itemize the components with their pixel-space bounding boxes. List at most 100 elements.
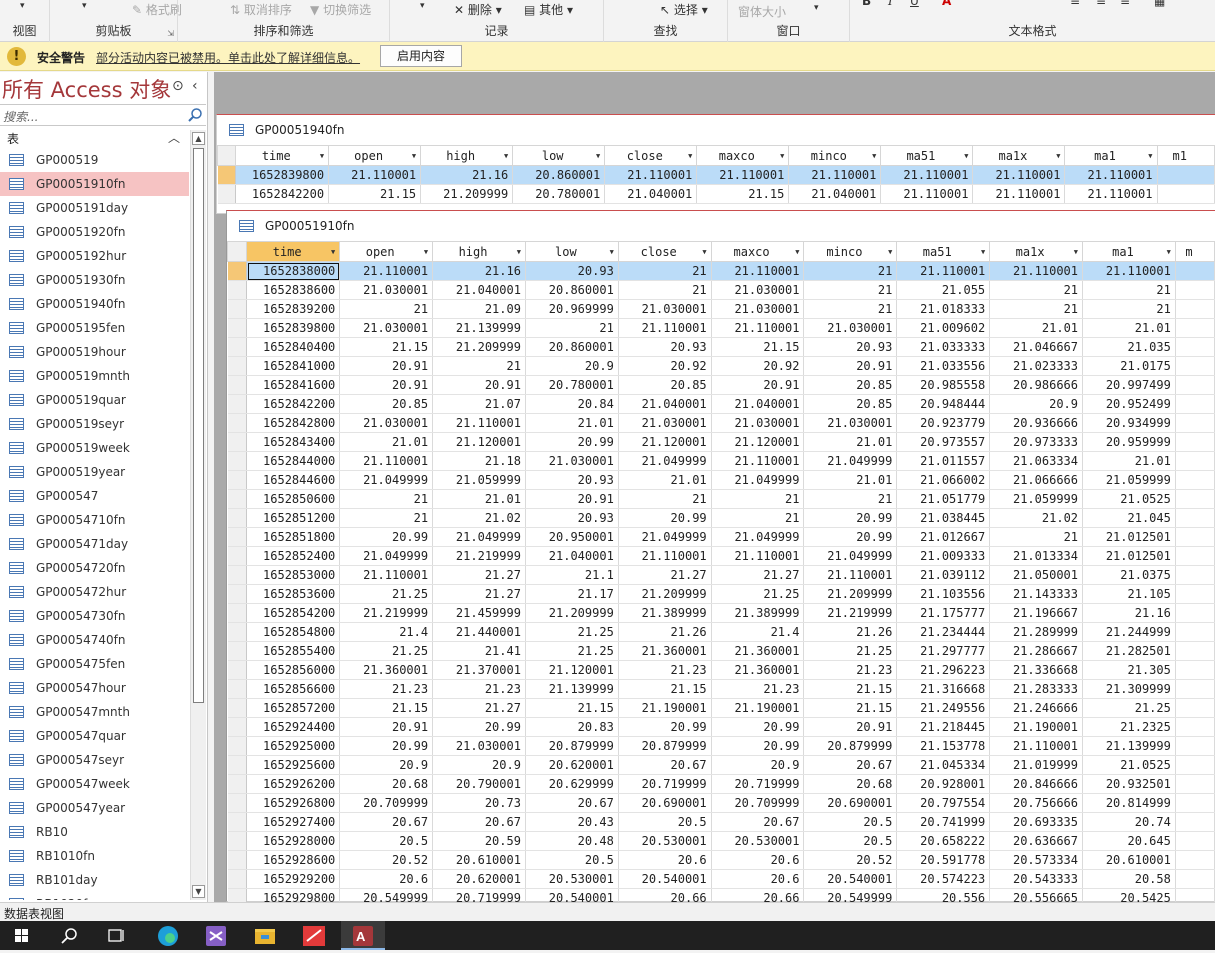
font-color-icon[interactable]: A bbox=[942, 0, 951, 8]
table-cell[interactable]: 21.27 bbox=[711, 565, 805, 585]
record-selector[interactable] bbox=[227, 508, 248, 528]
table-cell[interactable]: 20.85 bbox=[803, 394, 898, 414]
table-cell[interactable]: 1652926200 bbox=[246, 774, 341, 794]
table-cell[interactable]: 20.99 bbox=[803, 508, 898, 528]
table-cell[interactable]: 1652839200 bbox=[246, 299, 341, 319]
nav-scrollbar[interactable]: ▲ ▼ bbox=[190, 130, 206, 900]
table-cell[interactable]: 21.139999 bbox=[1082, 736, 1176, 756]
red-app-taskbar-button[interactable] bbox=[292, 921, 336, 950]
table-cell[interactable]: 21.01 bbox=[989, 318, 1084, 338]
table-cell[interactable] bbox=[1175, 831, 1215, 851]
table-cell[interactable]: 21.360001 bbox=[339, 660, 434, 680]
table-cell[interactable]: 21.02 bbox=[989, 508, 1084, 528]
table-cell[interactable]: 20.59 bbox=[432, 831, 526, 851]
table-cell[interactable]: 20.91 bbox=[339, 717, 434, 737]
record-selector[interactable] bbox=[227, 660, 248, 680]
table-cell[interactable]: 20.952499 bbox=[1082, 394, 1176, 414]
table-cell[interactable] bbox=[1175, 413, 1215, 433]
scroll-down-icon[interactable]: ▼ bbox=[192, 885, 205, 898]
table-cell[interactable]: 21.049999 bbox=[711, 527, 805, 547]
window-dropdown-icon[interactable]: ▾ bbox=[814, 3, 819, 13]
table-cell[interactable]: 21 bbox=[803, 489, 898, 509]
table-cell[interactable]: 21.030001 bbox=[618, 299, 712, 319]
filter-dropdown-icon[interactable]: ▼ bbox=[888, 248, 892, 256]
table-cell[interactable]: 20.690001 bbox=[803, 793, 898, 813]
table-cell[interactable]: 21.27 bbox=[618, 565, 712, 585]
table-cell[interactable] bbox=[1175, 527, 1215, 547]
table-cell[interactable] bbox=[1175, 869, 1215, 889]
table-cell[interactable]: 21.0525 bbox=[1082, 489, 1176, 509]
table-cell[interactable]: 20.719999 bbox=[618, 774, 712, 794]
table-cell[interactable]: 20.6 bbox=[711, 869, 805, 889]
table-cell[interactable]: 21.030001 bbox=[432, 736, 526, 756]
table-cell[interactable]: 21 bbox=[989, 299, 1084, 319]
record-selector[interactable] bbox=[227, 280, 248, 300]
filter-dropdown-icon[interactable]: ▼ bbox=[795, 248, 799, 256]
table-cell[interactable]: 21.120001 bbox=[432, 432, 526, 452]
table-cell[interactable]: 20.67 bbox=[803, 755, 898, 775]
table-cell[interactable]: 21.370001 bbox=[432, 660, 526, 680]
table-cell[interactable]: 21.030001 bbox=[803, 413, 898, 433]
table-cell[interactable] bbox=[1175, 850, 1215, 870]
record-selector[interactable] bbox=[227, 375, 248, 395]
table-row[interactable]: 1652927400 20.67 20.67 20.43 20.5 20.67 20.5 20… bbox=[227, 812, 1215, 832]
table-cell[interactable]: 20.530001 bbox=[525, 869, 619, 889]
visual-studio-taskbar-button[interactable] bbox=[194, 921, 238, 950]
nav-table-item[interactable]: GP000547seyr bbox=[0, 748, 189, 772]
select-all-corner[interactable] bbox=[216, 145, 237, 166]
table-cell[interactable] bbox=[1175, 299, 1215, 319]
table-cell[interactable]: 1652856000 bbox=[246, 660, 341, 680]
table-cell[interactable]: 21.110001 bbox=[711, 451, 805, 471]
table-cell[interactable]: 21.15 bbox=[803, 698, 898, 718]
table-cell[interactable]: 20.985558 bbox=[896, 375, 991, 395]
table-cell[interactable]: 21.209999 bbox=[803, 584, 898, 604]
table-cell[interactable]: 21.25 bbox=[525, 641, 619, 661]
filter-dropdown-icon[interactable]: ▼ bbox=[320, 152, 324, 160]
table-cell[interactable]: 1652851200 bbox=[246, 508, 341, 528]
file-explorer-taskbar-button[interactable] bbox=[243, 921, 287, 950]
table-cell[interactable]: 21.110001 bbox=[1082, 261, 1176, 281]
record-selector[interactable] bbox=[227, 679, 248, 699]
record-selector[interactable] bbox=[227, 470, 248, 490]
table-row[interactable]: 1652838600 21.030001 21.040001 20.860001 21 2… bbox=[227, 280, 1215, 300]
table-cell[interactable]: 21.059999 bbox=[432, 470, 526, 490]
column-header[interactable]: high ▼ bbox=[420, 145, 514, 166]
table-cell[interactable]: 21.063334 bbox=[989, 451, 1084, 471]
column-header[interactable]: ma1x ▼ bbox=[972, 145, 1066, 166]
column-header[interactable]: high ▼ bbox=[432, 241, 526, 262]
table-cell[interactable]: 1652838000 bbox=[246, 261, 341, 281]
table-cell[interactable]: 1652928600 bbox=[246, 850, 341, 870]
table-cell[interactable]: 21.219999 bbox=[432, 546, 526, 566]
table-cell[interactable]: 20.91 bbox=[525, 489, 619, 509]
table-cell[interactable]: 20.92 bbox=[711, 356, 805, 376]
table-cell[interactable]: 20.9 bbox=[339, 755, 434, 775]
enable-content-button[interactable]: 启用内容 bbox=[380, 45, 462, 67]
column-header[interactable]: open ▼ bbox=[328, 145, 422, 166]
nav-table-item[interactable]: GP0005191day bbox=[0, 196, 189, 220]
table-cell[interactable]: 21.049999 bbox=[339, 546, 434, 566]
table-cell[interactable]: 21.25 bbox=[339, 641, 434, 661]
security-warning-link[interactable]: 部分活动内容已被禁用。单击此处了解详细信息。 bbox=[96, 49, 360, 66]
scroll-up-icon[interactable]: ▲ bbox=[192, 132, 205, 145]
table-row[interactable]: 1652854200 21.219999 21.459999 21.209999 21.… bbox=[227, 603, 1215, 623]
table-row[interactable]: 1652844600 21.049999 21.059999 20.93 21.01 21… bbox=[227, 470, 1215, 490]
record-selector[interactable] bbox=[227, 546, 248, 566]
table-cell[interactable]: 21.01 bbox=[339, 432, 434, 452]
table-cell[interactable]: 21.15 bbox=[696, 184, 790, 204]
filter-dropdown-icon[interactable]: ▼ bbox=[1056, 152, 1060, 160]
table-cell[interactable]: 21.030001 bbox=[339, 413, 434, 433]
table-cell[interactable]: 21.16 bbox=[1082, 603, 1176, 623]
table-cell[interactable]: 21.25 bbox=[1082, 698, 1176, 718]
table-cell[interactable] bbox=[1175, 394, 1215, 414]
table-cell[interactable]: 21.049999 bbox=[803, 546, 898, 566]
table-cell[interactable]: 20.530001 bbox=[618, 831, 712, 851]
table-cell[interactable]: 21.209999 bbox=[432, 337, 526, 357]
record-selector[interactable] bbox=[227, 869, 248, 889]
nav-table-item[interactable]: RB101day bbox=[0, 868, 189, 892]
table-cell[interactable]: 21.305 bbox=[1082, 660, 1176, 680]
table-cell[interactable]: 21 bbox=[525, 318, 619, 338]
table-cell[interactable] bbox=[1175, 470, 1215, 490]
nav-table-item[interactable]: GP0005192hur bbox=[0, 244, 189, 268]
table-cell[interactable]: 21.009602 bbox=[896, 318, 991, 338]
table-cell[interactable]: 20.591778 bbox=[896, 850, 991, 870]
